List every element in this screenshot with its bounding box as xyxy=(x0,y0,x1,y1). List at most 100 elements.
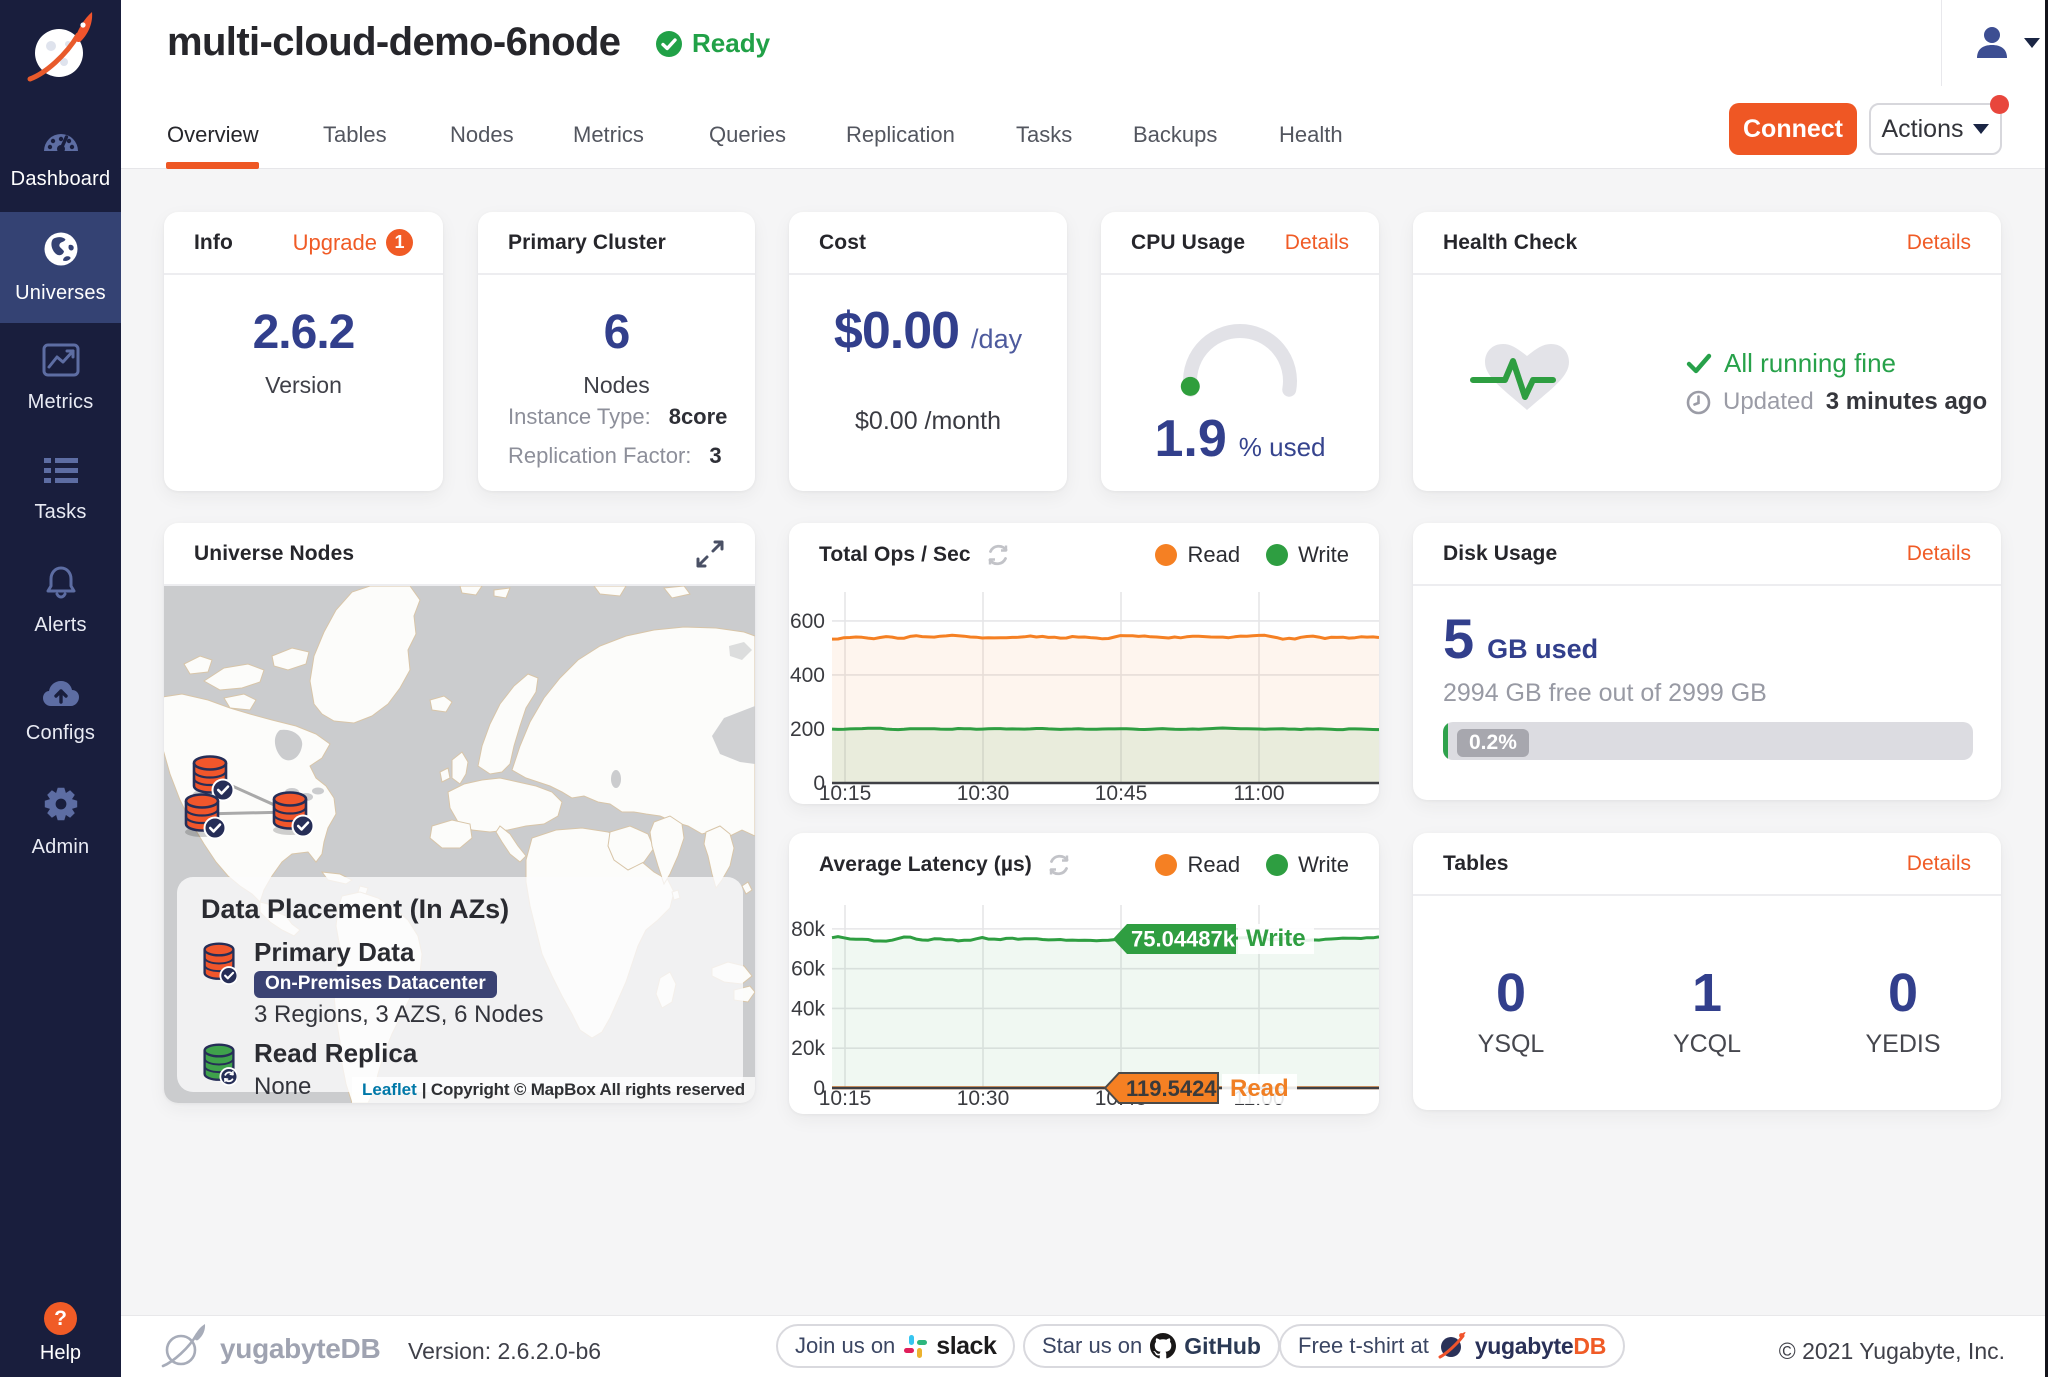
notification-dot xyxy=(1990,95,2009,114)
universe-nodes-card: Universe Nodes xyxy=(164,523,755,1103)
tab-tables[interactable]: Tables xyxy=(323,108,387,162)
sidebar-item-help[interactable]: ? Help xyxy=(0,1302,121,1365)
nodes-label: Nodes xyxy=(583,372,649,399)
status-badge: Ready xyxy=(655,28,770,59)
sidebar-item-metrics[interactable]: Metrics xyxy=(0,323,121,434)
svg-text:200: 200 xyxy=(790,718,825,741)
provider-badge: On-Premises Datacenter xyxy=(254,971,497,998)
tab-queries[interactable]: Queries xyxy=(709,108,786,162)
read-value-tag: 119.5424 xyxy=(1104,1071,1220,1105)
header-divider xyxy=(1941,0,1942,86)
page-title: multi-cloud-demo-6node xyxy=(167,20,620,65)
legend-read: Read xyxy=(1155,852,1240,878)
write-legend-dot xyxy=(1266,854,1288,876)
avg-latency-card: 020k40k60k80k10:1510:3010:4511:00 Averag… xyxy=(789,833,1379,1114)
dashboard-gauge-icon xyxy=(41,122,81,159)
svg-text:10:15: 10:15 xyxy=(819,782,872,804)
card-title: Tables xyxy=(1443,852,1509,876)
svg-text:10:45: 10:45 xyxy=(1095,782,1148,804)
slack-icon xyxy=(903,1334,928,1359)
tasks-list-icon xyxy=(42,455,80,492)
connect-button[interactable]: Connect xyxy=(1729,103,1857,155)
svg-text:60k: 60k xyxy=(791,958,825,981)
footer-logo-icon xyxy=(158,1324,208,1370)
yedis-label: YEDIS xyxy=(1865,1030,1940,1059)
tab-nodes[interactable]: Nodes xyxy=(450,108,514,162)
data-placement-overlay: Data Placement (In AZs) Primary Data On-… xyxy=(177,877,743,1092)
slack-button[interactable]: Join us on slack xyxy=(776,1324,1015,1368)
upgrade-link[interactable]: Upgrade 1 xyxy=(293,229,413,256)
sidebar-item-universes[interactable]: Universes xyxy=(0,212,121,323)
sidebar: Dashboard Universes Metri xyxy=(0,0,121,1377)
sidebar-item-label: Configs xyxy=(26,722,95,745)
tab-health[interactable]: Health xyxy=(1279,108,1343,162)
ready-check-icon xyxy=(655,30,683,58)
status-text: Ready xyxy=(692,28,770,59)
tab-tasks[interactable]: Tasks xyxy=(1016,108,1072,162)
cpu-details-link[interactable]: Details xyxy=(1285,231,1349,255)
sidebar-item-label: Dashboard xyxy=(11,168,111,191)
alerts-bell-icon xyxy=(43,564,79,605)
svg-text:75.04487k: 75.04487k xyxy=(1131,927,1236,952)
sidebar-item-tasks[interactable]: Tasks xyxy=(0,434,121,545)
read-replica-label: Read Replica xyxy=(254,1040,417,1067)
user-caret-icon xyxy=(2024,38,2040,48)
world-map[interactable]: Data Placement (In AZs) Primary Data On-… xyxy=(164,586,755,1103)
disk-usage-card: Disk Usage Details 5 GB used 2994 GB fre… xyxy=(1413,523,2001,800)
github-button[interactable]: Star us on GitHub xyxy=(1023,1324,1280,1368)
disk-details-link[interactable]: Details xyxy=(1907,542,1971,566)
footer-brand[interactable]: yugabyteDB xyxy=(220,1333,380,1365)
sidebar-item-configs[interactable]: Configs xyxy=(0,656,121,767)
tshirt-button[interactable]: Free t-shirt at yugabyteDB xyxy=(1279,1324,1625,1368)
sidebar-item-admin[interactable]: Admin xyxy=(0,767,121,878)
primary-data-icon xyxy=(201,939,237,987)
disk-used-value: 5 xyxy=(1443,606,1474,671)
disk-usage-fill xyxy=(1443,722,1448,760)
health-status-row: All running fine xyxy=(1686,348,1896,379)
tab-replication[interactable]: Replication xyxy=(846,108,955,162)
tables-card: Tables Details 0 YSQL 1 YCQL 0 YEDIS xyxy=(1413,833,2001,1110)
footer-copyright: © 2021 Yugabyte, Inc. xyxy=(1779,1338,2005,1365)
actions-button[interactable]: Actions xyxy=(1869,103,2002,155)
svg-text:400: 400 xyxy=(790,664,825,687)
read-tag-label: Read xyxy=(1222,1074,1297,1104)
card-title: Cost xyxy=(819,231,866,255)
write-value-tag: 75.04487k xyxy=(1113,923,1237,955)
tab-metrics[interactable]: Metrics xyxy=(573,108,644,162)
total-ops-card: 020040060010:1510:3010:4511:00 Total Ops… xyxy=(789,523,1379,804)
sidebar-item-alerts[interactable]: Alerts xyxy=(0,545,121,656)
tab-backups[interactable]: Backups xyxy=(1133,108,1217,162)
ysql-count: 0 xyxy=(1496,962,1526,1024)
universe-globe-icon xyxy=(42,230,80,273)
sidebar-item-label: Tasks xyxy=(34,501,86,524)
instance-type-row: Instance Type: 8core xyxy=(508,404,727,430)
version-label: Version xyxy=(265,372,342,399)
leaflet-link[interactable]: Leaflet xyxy=(362,1080,417,1100)
ysql-label: YSQL xyxy=(1478,1030,1545,1059)
cost-per-day: $0.00 xyxy=(834,301,959,361)
card-title: Universe Nodes xyxy=(194,542,354,566)
svg-text:40k: 40k xyxy=(791,997,825,1020)
card-title: Average Latency (µs) xyxy=(819,853,1032,877)
yugabyte-logo[interactable] xyxy=(0,8,121,88)
check-icon xyxy=(1686,353,1712,375)
refresh-icon[interactable] xyxy=(985,542,1011,568)
updated-label: Updated xyxy=(1723,388,1814,416)
primary-cluster-card: Primary Cluster 6 Nodes Instance Type: 8… xyxy=(478,212,755,491)
ysql-col: 0 YSQL xyxy=(1413,896,1609,1110)
data-placement-title: Data Placement (In AZs) xyxy=(201,896,719,923)
topbar: multi-cloud-demo-6node Ready Overview Ta… xyxy=(121,0,2048,169)
legend-read: Read xyxy=(1155,542,1240,568)
refresh-icon[interactable] xyxy=(1046,852,1072,878)
replication-factor-row: Replication Factor: 3 xyxy=(508,443,727,469)
svg-text:10:30: 10:30 xyxy=(957,782,1010,804)
actions-caret-icon xyxy=(1973,124,1989,134)
tables-details-link[interactable]: Details xyxy=(1907,852,1971,876)
expand-icon[interactable] xyxy=(695,539,725,569)
sidebar-item-dashboard[interactable]: Dashboard xyxy=(0,101,121,212)
health-details-link[interactable]: Details xyxy=(1907,231,1971,255)
tab-overview[interactable]: Overview xyxy=(167,108,259,162)
disk-percent-badge: 0.2% xyxy=(1457,729,1529,757)
footer-version: Version: 2.6.2.0-b6 xyxy=(408,1338,601,1365)
user-menu[interactable] xyxy=(1973,24,2040,62)
